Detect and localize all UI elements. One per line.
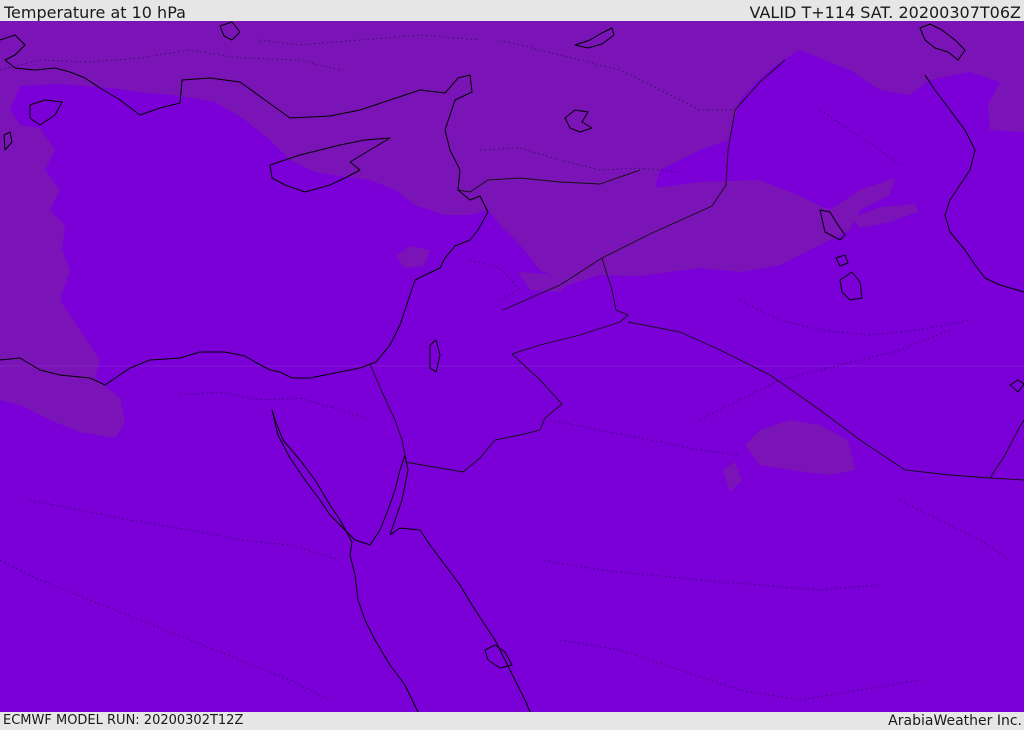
credit-label: ArabiaWeather Inc. [888,713,1022,729]
header-bar: Temperature at 10 hPa VALID T+114 SAT. 2… [0,0,1024,22]
footer-bar: ECMWF MODEL RUN: 20200302T12Z ArabiaWeat… [0,712,1024,729]
valid-time-label: VALID T+114 SAT. 20200307T06Z [749,3,1021,22]
model-run-label: ECMWF MODEL RUN: 20200302T12Z [3,713,244,728]
map-title: Temperature at 10 hPa [4,3,186,22]
temperature-map [0,21,1024,712]
